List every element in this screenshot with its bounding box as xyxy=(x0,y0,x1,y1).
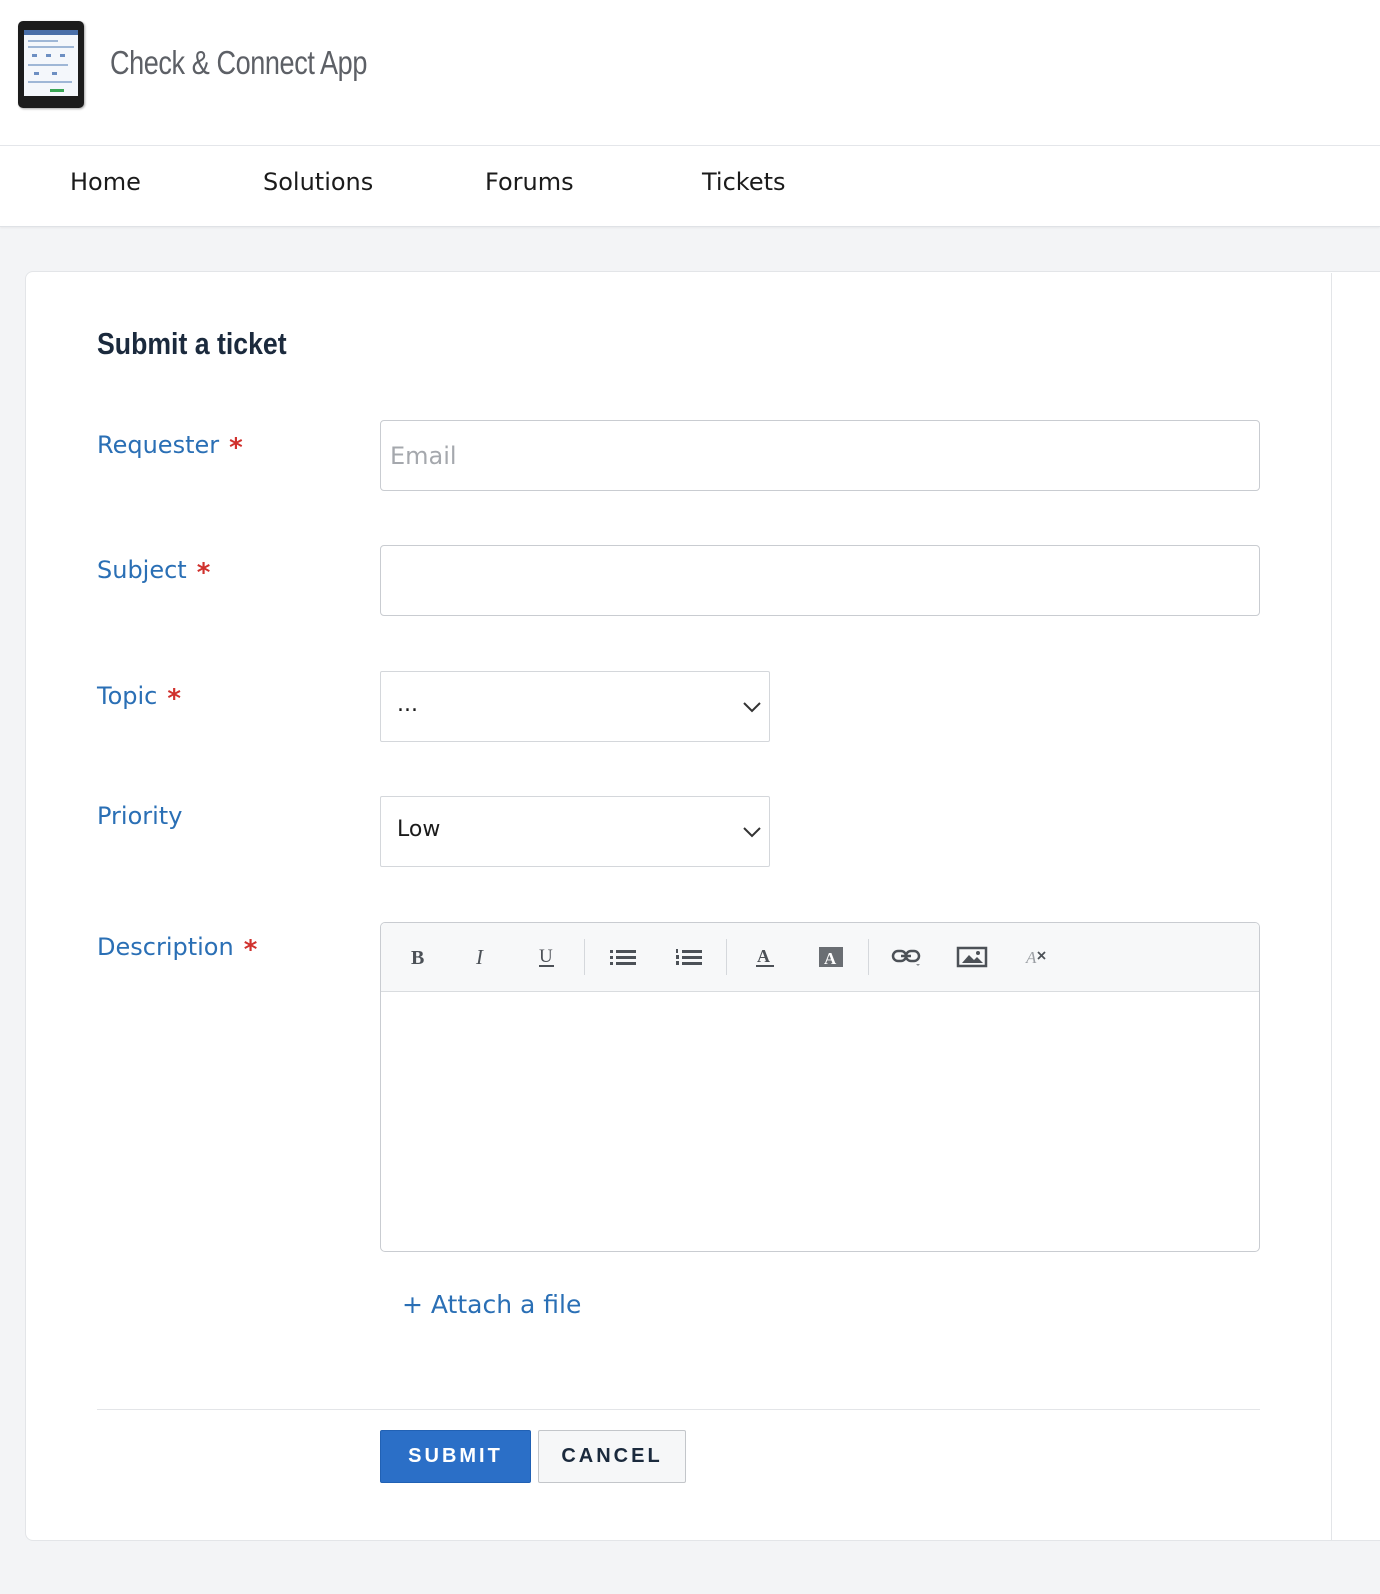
subject-input[interactable] xyxy=(380,545,1260,616)
tablet-app-logo[interactable] xyxy=(18,21,84,108)
attach-file-link[interactable]: + Attach a file xyxy=(402,1290,581,1319)
priority-select[interactable]: Low xyxy=(380,796,770,867)
page-title: Submit a ticket xyxy=(97,326,287,361)
topic-label: Topic * xyxy=(97,681,181,714)
numbered-list-icon[interactable] xyxy=(669,937,709,977)
requester-label: Requester * xyxy=(97,430,243,463)
cancel-button[interactable]: CANCEL xyxy=(538,1430,686,1483)
topic-select[interactable]: ... xyxy=(380,671,770,742)
site-header: Check & Connect App xyxy=(0,0,1380,146)
nav-item-tickets[interactable]: Tickets xyxy=(702,168,786,196)
clear-formatting-icon[interactable]: A xyxy=(1017,937,1057,977)
required-marker: * xyxy=(196,558,211,588)
description-text-area[interactable] xyxy=(381,992,1259,1251)
svg-text:A: A xyxy=(824,949,837,968)
nav-item-home[interactable]: Home xyxy=(70,168,141,196)
editor-toolbar: B I U A A A xyxy=(381,923,1259,992)
priority-label: Priority xyxy=(97,802,182,830)
chevron-down-icon xyxy=(743,827,761,838)
chevron-down-icon xyxy=(743,702,761,713)
nav-item-forums[interactable]: Forums xyxy=(485,168,574,196)
requester-email-input[interactable] xyxy=(380,420,1260,491)
submit-button[interactable]: SUBMIT xyxy=(380,1430,531,1483)
link-icon[interactable] xyxy=(887,937,927,977)
svg-text:B: B xyxy=(411,947,424,968)
svg-text:I: I xyxy=(475,946,484,968)
topic-label-text: Topic xyxy=(97,682,158,710)
toolbar-divider xyxy=(726,939,727,975)
svg-text:A: A xyxy=(757,946,770,966)
nav-item-solutions[interactable]: Solutions xyxy=(263,168,373,196)
app-title[interactable]: Check & Connect App xyxy=(110,44,367,82)
svg-text:A: A xyxy=(1025,948,1037,967)
topic-selected-value: ... xyxy=(397,692,418,717)
description-label: Description * xyxy=(97,932,258,965)
card-divider xyxy=(1331,273,1332,1540)
requester-label-text: Requester xyxy=(97,431,220,459)
subject-label: Subject * xyxy=(97,555,211,588)
description-label-text: Description xyxy=(97,933,234,961)
toolbar-divider xyxy=(868,939,869,975)
image-icon[interactable] xyxy=(952,937,992,977)
priority-label-text: Priority xyxy=(97,802,183,830)
text-color-icon[interactable]: A xyxy=(745,937,785,977)
logo-screen xyxy=(24,30,78,96)
bullet-list-icon[interactable] xyxy=(603,937,643,977)
background-color-icon[interactable]: A xyxy=(811,937,851,977)
required-marker: * xyxy=(243,935,258,965)
main-nav: Home Solutions Forums Tickets xyxy=(0,146,1380,227)
toolbar-divider xyxy=(584,939,585,975)
underline-icon[interactable]: U xyxy=(527,937,567,977)
subject-label-text: Subject xyxy=(97,556,187,584)
description-editor: B I U A A A xyxy=(380,922,1260,1252)
priority-selected-value: Low xyxy=(397,817,441,842)
required-marker: * xyxy=(229,433,243,463)
bold-icon[interactable]: B xyxy=(399,937,439,977)
svg-text:U: U xyxy=(539,946,553,967)
form-footer-divider xyxy=(97,1409,1260,1410)
italic-icon[interactable]: I xyxy=(461,937,501,977)
required-marker: * xyxy=(167,684,181,714)
